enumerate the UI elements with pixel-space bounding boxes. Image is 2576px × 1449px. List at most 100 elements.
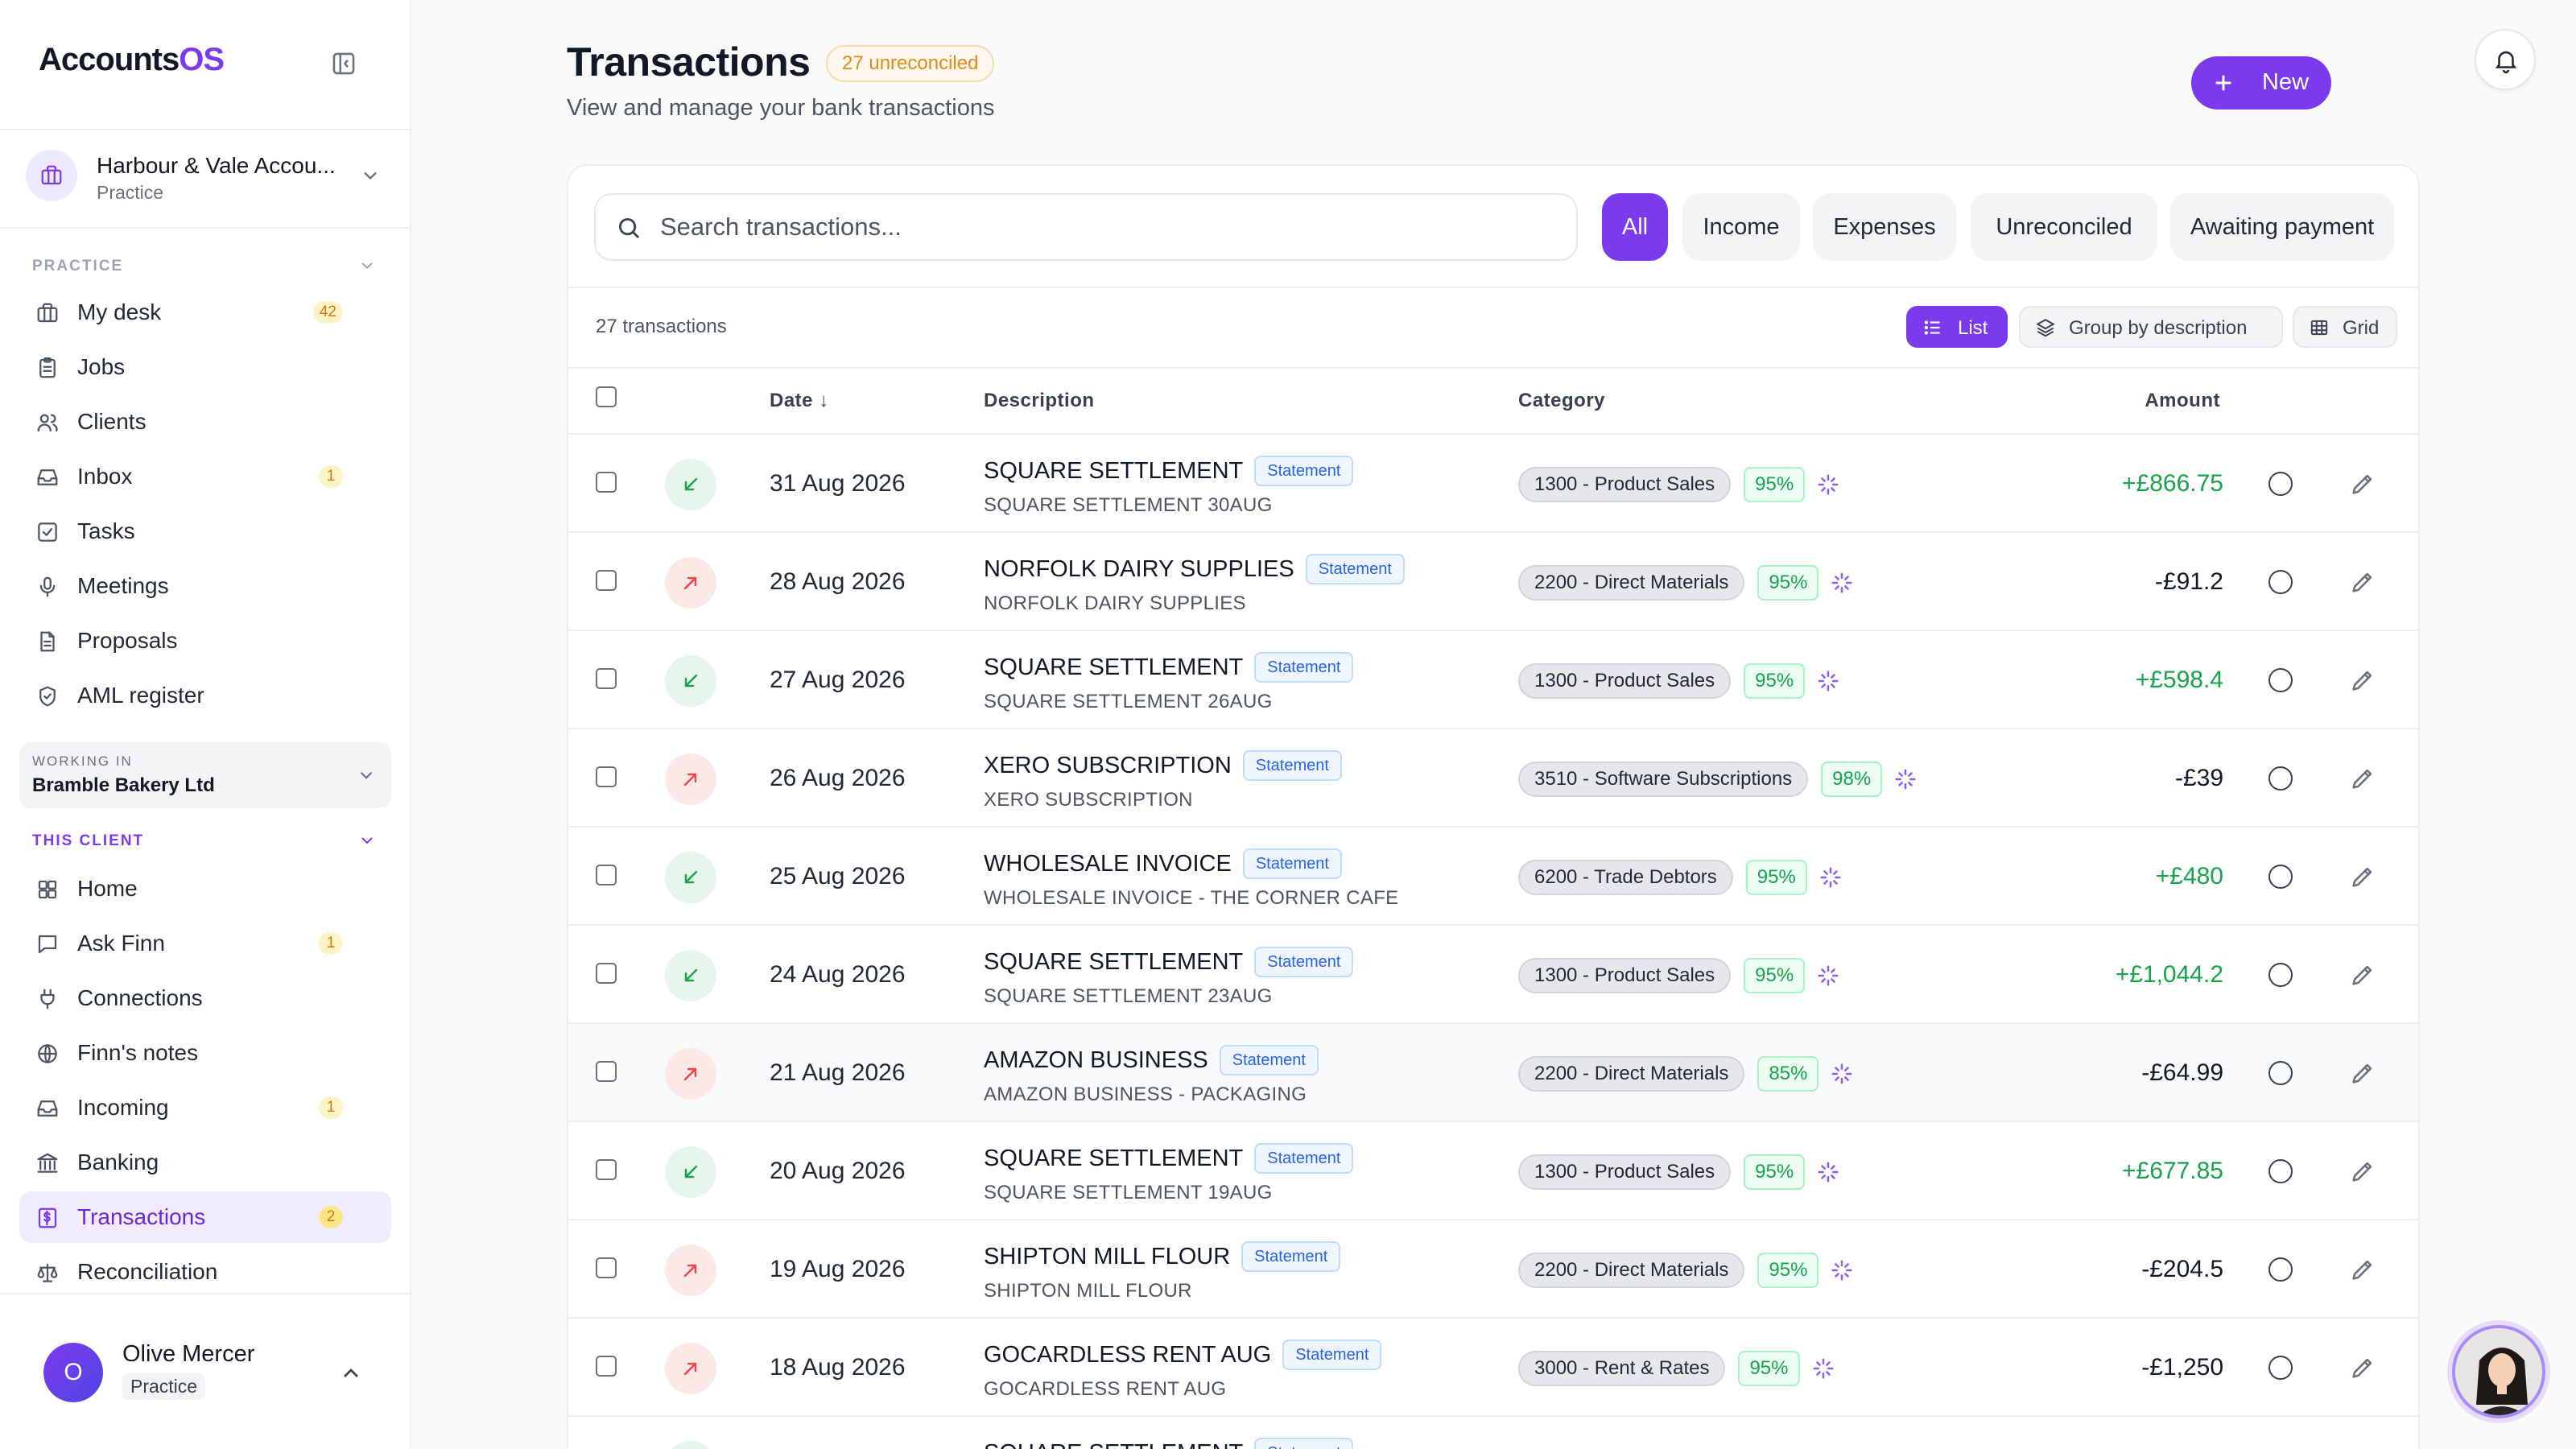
table-row[interactable]: 26 Aug 2026 XERO SUBSCRIPTION Statement XER… (568, 728, 2418, 826)
sparkle-icon[interactable] (1830, 1062, 1854, 1086)
row-description[interactable]: AMAZON BUSINESS Statement (984, 1045, 1319, 1075)
filter-all[interactable]: All (1602, 193, 1668, 261)
sidebar-item-my-desk[interactable]: My desk 42 (19, 287, 391, 338)
sidebar-item-jobs[interactable]: Jobs (19, 341, 391, 393)
pencil-icon[interactable] (2349, 961, 2376, 989)
sidebar-item-finn-s-notes[interactable]: Finn's notes (19, 1027, 391, 1079)
reconcile-circle-icon[interactable] (2268, 963, 2293, 987)
table-row[interactable]: 25 Aug 2026 WHOLESALE INVOICE Statement WHO… (568, 826, 2418, 924)
table-row[interactable]: SQUARE SETTLEMENTStatement (568, 1415, 2418, 1449)
row-checkbox[interactable] (596, 1257, 617, 1278)
category-pill[interactable]: 1300 - Product Sales (1518, 467, 1732, 502)
sidebar-item-clients[interactable]: Clients (19, 396, 391, 448)
reconcile-circle-icon[interactable] (2268, 1356, 2293, 1380)
row-checkbox[interactable] (596, 963, 617, 984)
reconcile-circle-icon[interactable] (2268, 472, 2293, 496)
sidebar-item-incoming[interactable]: Incoming 1 (19, 1082, 391, 1133)
category-pill[interactable]: 2200 - Direct Materials (1518, 1253, 1745, 1288)
sidebar-item-proposals[interactable]: Proposals (19, 615, 391, 667)
assistant-avatar[interactable] (2452, 1325, 2545, 1418)
pencil-icon[interactable] (2349, 1059, 2376, 1087)
table-row[interactable]: 20 Aug 2026 SQUARE SETTLEMENT Statement SQU… (568, 1121, 2418, 1219)
row-description[interactable]: SQUARE SETTLEMENTStatement (984, 652, 1354, 683)
table-row[interactable]: 21 Aug 2026 AMAZON BUSINESS Statement AMAZO… (568, 1022, 2418, 1121)
row-checkbox[interactable] (596, 668, 617, 689)
sidebar-item-meetings[interactable]: Meetings (19, 560, 391, 612)
new-button[interactable]: New (2191, 56, 2331, 109)
row-checkbox[interactable] (596, 766, 617, 787)
filter-unreconciled[interactable]: Unreconciled (1971, 193, 2157, 261)
category-pill[interactable]: 1300 - Product Sales (1518, 958, 1732, 993)
notifications-button[interactable] (2475, 29, 2536, 90)
app-logo[interactable]: AccountsOS (39, 42, 225, 78)
pencil-icon[interactable] (2349, 863, 2376, 890)
sidebar-item-inbox[interactable]: Inbox 1 (19, 451, 391, 502)
group-by-description-button[interactable]: Group by description (2019, 306, 2283, 348)
sparkle-icon[interactable] (1830, 1258, 1854, 1282)
sidebar-item-transactions[interactable]: Transactions 2 (19, 1191, 391, 1243)
table-row[interactable]: 19 Aug 2026 SHIPTON MILL FLOUR Statement SH… (568, 1219, 2418, 1317)
filter-expenses[interactable]: Expenses (1813, 193, 1956, 261)
reconcile-circle-icon[interactable] (2268, 766, 2293, 791)
sparkle-icon[interactable] (1816, 669, 1840, 693)
pencil-icon[interactable] (2349, 667, 2376, 694)
sidebar-item-aml-register[interactable]: AML register (19, 670, 391, 721)
row-description[interactable]: SQUARE SETTLEMENTStatement (984, 1438, 1354, 1449)
sparkle-icon[interactable] (1818, 865, 1843, 890)
client-switcher[interactable]: WORKING IN Bramble Bakery Ltd (19, 742, 391, 808)
row-checkbox[interactable] (596, 865, 617, 886)
select-all-checkbox[interactable] (596, 386, 617, 407)
pencil-icon[interactable] (2349, 765, 2376, 792)
practice-switcher[interactable]: Harbour & Vale Accou... Practice (26, 150, 388, 206)
column-header-date[interactable]: Date ↓ (770, 390, 829, 412)
reconcile-circle-icon[interactable] (2268, 668, 2293, 692)
row-description[interactable]: SQUARE SETTLEMENTStatement (984, 947, 1354, 977)
category-pill[interactable]: 2200 - Direct Materials (1518, 565, 1745, 601)
table-row[interactable]: 24 Aug 2026 SQUARE SETTLEMENT Statement SQU… (568, 924, 2418, 1022)
row-checkbox[interactable] (596, 570, 617, 591)
sparkle-icon[interactable] (1893, 767, 1918, 791)
table-row[interactable]: 27 Aug 2026 SQUARE SETTLEMENT Statement SQU… (568, 630, 2418, 728)
table-row[interactable]: 28 Aug 2026 NORFOLK DAIRY SUPPLIES Stateme… (568, 531, 2418, 630)
chevron-down-icon[interactable] (357, 831, 377, 850)
chevron-down-icon[interactable] (357, 256, 377, 275)
row-description[interactable]: XERO SUBSCRIPTION Statement (984, 750, 1342, 781)
table-row[interactable]: 31 Aug 2026 SQUARE SETTLEMENT Statement SQU… (568, 433, 2418, 531)
category-pill[interactable]: 1300 - Product Sales (1518, 1154, 1732, 1190)
search-box[interactable] (594, 193, 1578, 261)
reconcile-circle-icon[interactable] (2268, 1061, 2293, 1085)
category-pill[interactable]: 6200 - Trade Debtors (1518, 860, 1733, 895)
category-pill[interactable]: 3000 - Rent & Rates (1518, 1351, 1726, 1386)
row-description[interactable]: SQUARE SETTLEMENTStatement (984, 1143, 1354, 1174)
row-description[interactable]: WHOLESALE INVOICE Statement (984, 848, 1342, 879)
table-row[interactable]: 18 Aug 2026 GOCARDLESS RENT AUG Statement G… (568, 1317, 2418, 1415)
pencil-icon[interactable] (2349, 1256, 2376, 1283)
row-checkbox[interactable] (596, 472, 617, 493)
user-menu[interactable]: O Olive Mercer Practice (0, 1294, 411, 1449)
sidebar-item-tasks[interactable]: Tasks (19, 506, 391, 557)
view-grid-button[interactable]: Grid (2293, 306, 2397, 348)
row-description[interactable]: SHIPTON MILL FLOUR Statement (984, 1241, 1341, 1272)
category-pill[interactable]: 3510 - Software Subscriptions (1518, 762, 1809, 797)
category-pill[interactable]: 2200 - Direct Materials (1518, 1056, 1745, 1092)
sparkle-icon[interactable] (1816, 1160, 1840, 1184)
reconcile-circle-icon[interactable] (2268, 865, 2293, 889)
sparkle-icon[interactable] (1811, 1356, 1835, 1381)
row-description[interactable]: NORFOLK DAIRY SUPPLIES Statement (984, 554, 1405, 584)
filter-awaiting-payment[interactable]: Awaiting payment (2170, 193, 2394, 261)
view-list-button[interactable]: List (1906, 306, 2008, 348)
row-checkbox[interactable] (596, 1159, 617, 1180)
sparkle-icon[interactable] (1830, 571, 1854, 595)
sidebar-item-ask-finn[interactable]: Ask Finn 1 (19, 918, 391, 969)
search-input[interactable] (660, 209, 1562, 245)
filter-income[interactable]: Income (1682, 193, 1800, 261)
row-description[interactable]: GOCARDLESS RENT AUG Statement (984, 1340, 1382, 1370)
row-description[interactable]: SQUARE SETTLEMENTStatement (984, 456, 1354, 486)
sidebar-item-home[interactable]: Home (19, 863, 391, 914)
row-checkbox[interactable] (596, 1356, 617, 1377)
reconcile-circle-icon[interactable] (2268, 570, 2293, 594)
row-checkbox[interactable] (596, 1061, 617, 1082)
pencil-icon[interactable] (2349, 568, 2376, 596)
reconcile-circle-icon[interactable] (2268, 1257, 2293, 1282)
reconcile-circle-icon[interactable] (2268, 1159, 2293, 1183)
